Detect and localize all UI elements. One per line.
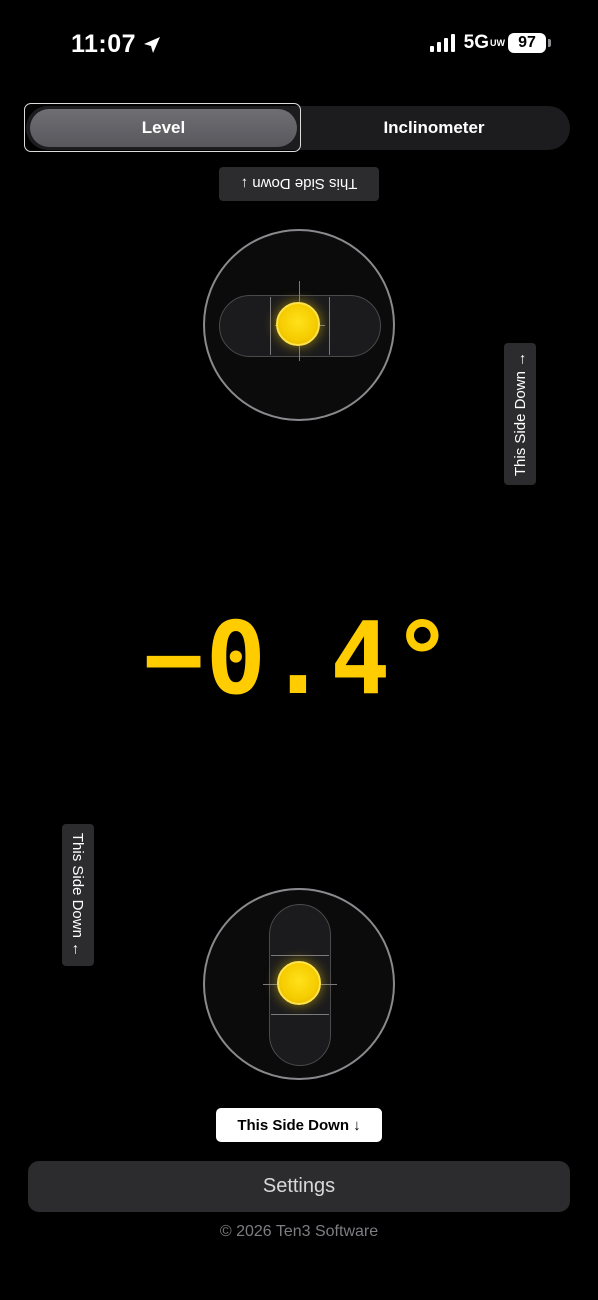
- side-down-top-label: This Side Down ↓: [240, 175, 358, 193]
- network-type: 5G: [463, 32, 489, 53]
- vial-marker-left: [270, 297, 271, 355]
- tab-level[interactable]: Level: [30, 109, 297, 147]
- tab-inclinometer[interactable]: Inclinometer: [302, 109, 566, 147]
- signal-bars-icon: [429, 34, 455, 52]
- status-time: 11:07: [71, 30, 162, 59]
- tab-inclinometer-label: Inclinometer: [383, 118, 485, 137]
- side-down-right-label: This Side Down →: [511, 351, 529, 477]
- time-text: 11:07: [71, 30, 137, 58]
- location-arrow-icon: [144, 36, 161, 53]
- battery-level: 97: [518, 34, 536, 51]
- battery-icon: 97: [508, 33, 551, 53]
- level-bubble-top: [276, 302, 320, 346]
- side-down-bottom-label: This Side Down ↓: [237, 1116, 361, 1134]
- mode-segmented-control: Level Inclinometer: [24, 103, 570, 152]
- settings-label: Settings: [262, 1175, 336, 1197]
- network-suffix: UW: [490, 37, 505, 48]
- horizontal-level-dial: [203, 229, 395, 421]
- tab-level-label: Level: [141, 118, 186, 137]
- settings-button[interactable]: Settings: [28, 1161, 570, 1212]
- vial-marker-right: [329, 297, 330, 355]
- vial-marker-top: [271, 955, 329, 956]
- side-down-tag-right: This Side Down →: [504, 343, 536, 485]
- network-indicator: 5G UW: [463, 32, 505, 54]
- side-down-tag-left: This Side Down ←: [62, 824, 94, 966]
- screen: 11:07 5G UW 97 Level Inclinometer This S…: [0, 0, 598, 1300]
- side-down-tag-bottom: This Side Down ↓: [216, 1108, 382, 1142]
- copyright-text: © 2026 Ten3 Software: [219, 1223, 379, 1240]
- vial-marker-bottom: [271, 1014, 329, 1015]
- angle-reading: −0.4°: [143, 600, 455, 717]
- side-down-tag-top: This Side Down ↓: [219, 167, 379, 201]
- vertical-level-dial: [203, 888, 395, 1080]
- level-bubble-bottom: [277, 961, 321, 1005]
- status-right: 5G UW 97: [429, 32, 551, 54]
- side-down-left-label: This Side Down ←: [69, 832, 87, 958]
